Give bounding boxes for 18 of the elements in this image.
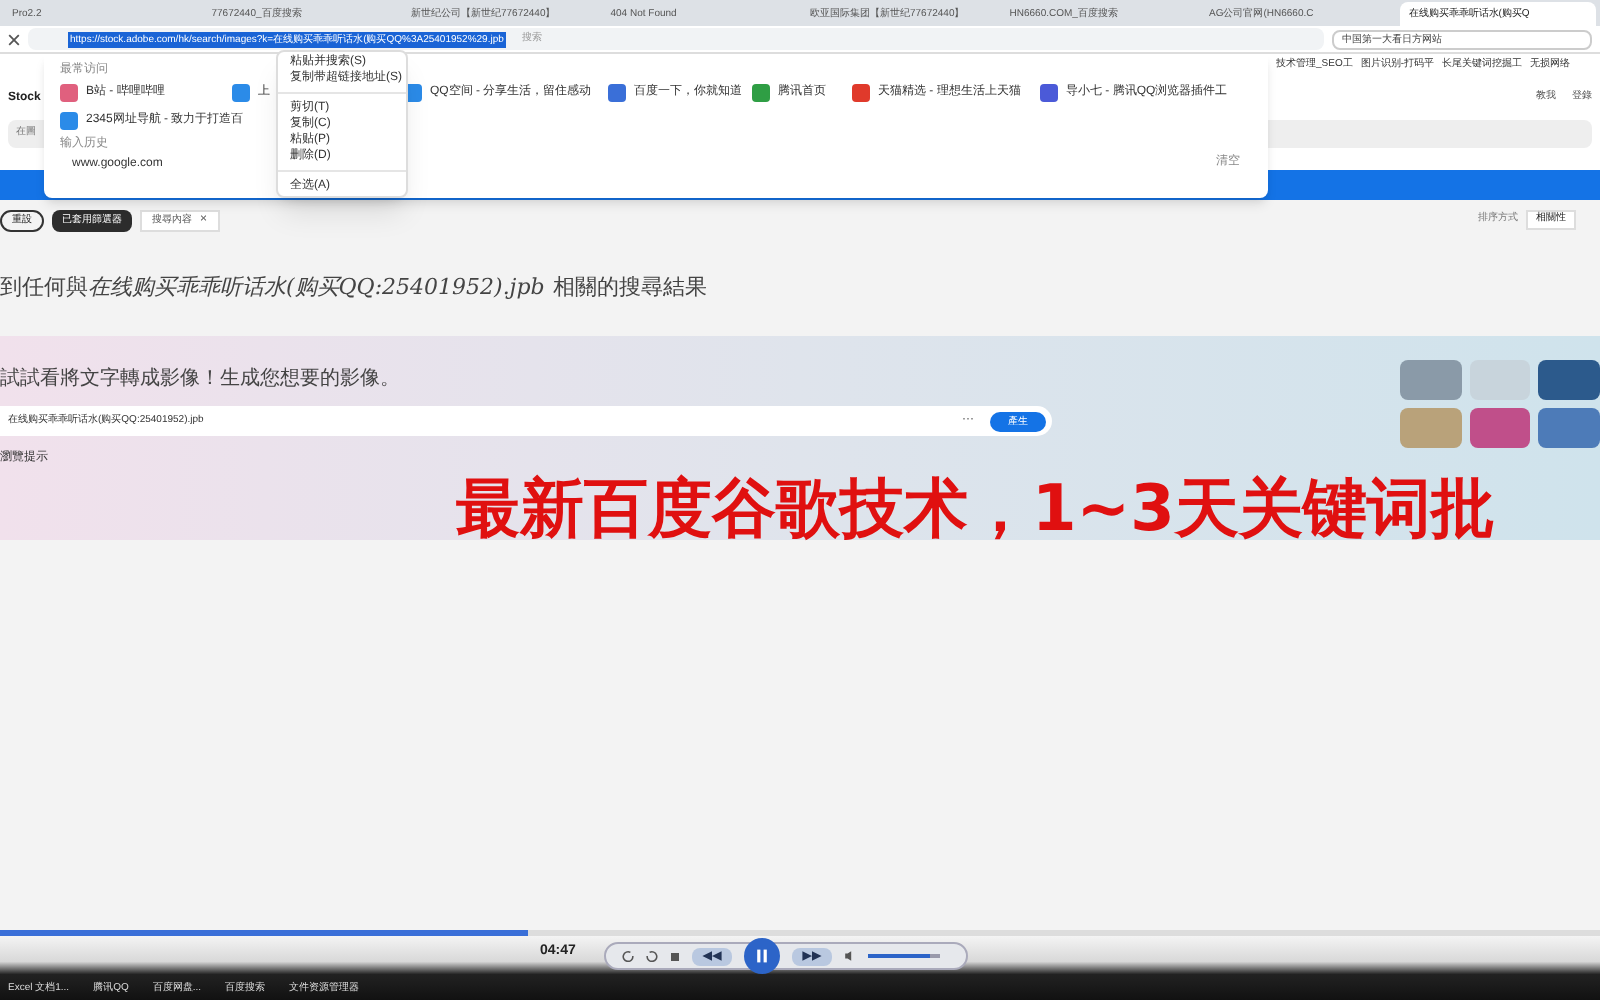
rewind-icon[interactable] xyxy=(692,947,732,965)
results-heading: 到任何與在线购买乖乖听话水(购买QQ:25401952).jpb 相關的搜尋結果 xyxy=(0,271,709,304)
overlay-caption: 最新百度谷歌技术，1~3天关键词批 xyxy=(456,468,1495,550)
speaker-icon[interactable] xyxy=(844,950,856,962)
pause-button[interactable] xyxy=(744,938,780,974)
repeat-icon[interactable] xyxy=(622,950,634,962)
photo-placeholder xyxy=(1400,360,1462,400)
photo-placeholder xyxy=(1469,408,1531,448)
pause-icon xyxy=(754,948,770,964)
fast-forward-icon[interactable] xyxy=(792,947,832,965)
banner-title: 試試看將文字轉成影像！生成您想要的影像。 xyxy=(0,365,400,394)
photo-placeholder xyxy=(1400,408,1462,448)
close-icon[interactable] xyxy=(8,33,20,45)
photo-placeholder xyxy=(1538,408,1600,448)
photo-placeholder xyxy=(1538,360,1600,400)
refresh-icon[interactable] xyxy=(646,950,658,962)
stop-icon[interactable] xyxy=(670,951,680,961)
progress-track[interactable] xyxy=(0,930,1600,936)
